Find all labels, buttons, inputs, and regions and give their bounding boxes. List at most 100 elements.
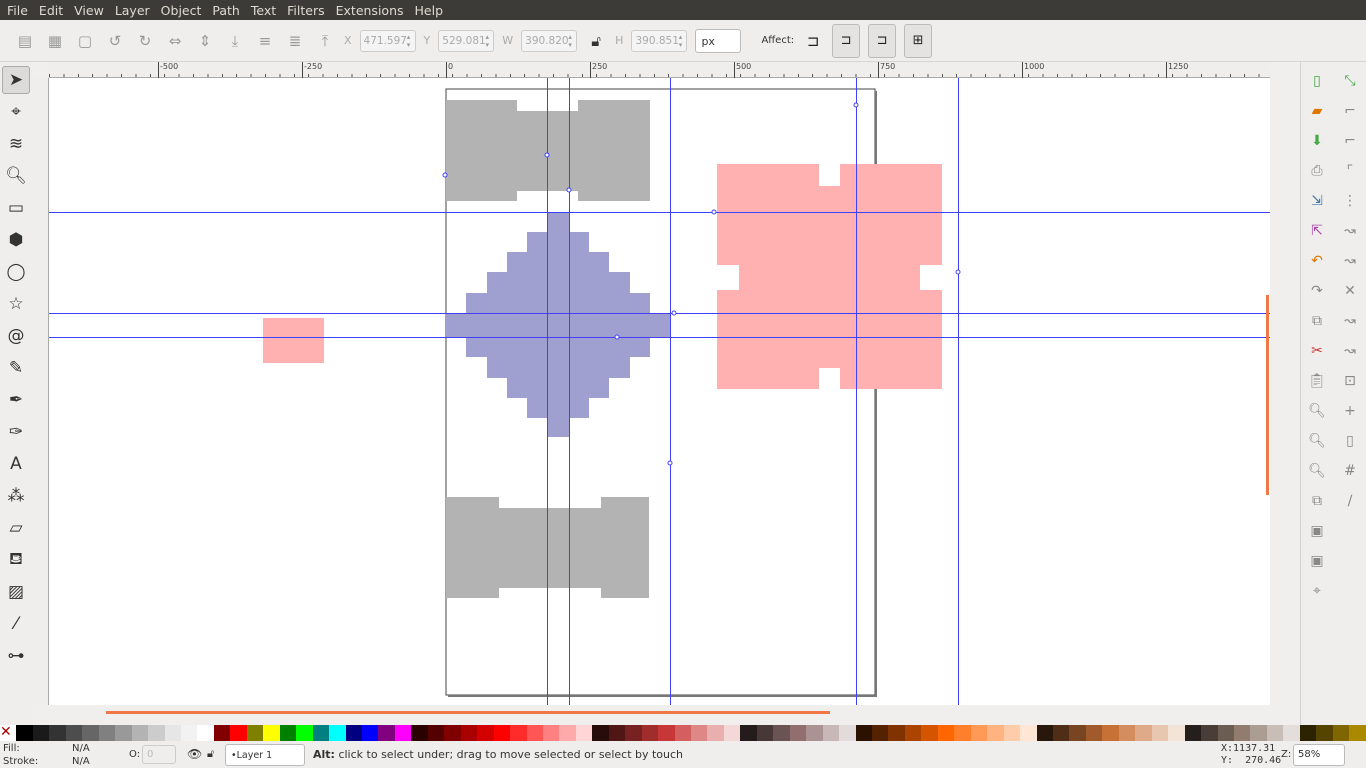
snap-page-border-icon[interactable]: ▯	[1339, 430, 1361, 452]
flip-vertical-icon[interactable]: ⇕	[194, 30, 216, 52]
menu-file[interactable]: File	[7, 3, 28, 18]
color-swatch[interactable]	[1250, 725, 1267, 741]
color-swatch[interactable]	[756, 725, 774, 741]
color-swatch[interactable]	[674, 725, 692, 741]
vertical-scrollbar[interactable]	[1266, 295, 1269, 495]
color-swatch[interactable]	[230, 725, 247, 741]
color-swatch[interactable]	[1036, 725, 1053, 741]
snap-guides-icon[interactable]: ∕	[1339, 490, 1361, 512]
color-swatch[interactable]	[1102, 725, 1119, 741]
color-swatch[interactable]	[131, 725, 149, 741]
color-swatch[interactable]	[789, 725, 807, 741]
color-swatch[interactable]	[1085, 725, 1103, 741]
color-swatch[interactable]	[625, 725, 642, 741]
color-swatch[interactable]	[707, 725, 724, 741]
raise-to-top-icon[interactable]: ⤒	[314, 30, 336, 52]
color-swatch[interactable]	[394, 725, 412, 741]
ungroup-icon[interactable]: ▣	[1306, 550, 1328, 572]
color-swatch[interactable]	[559, 725, 576, 741]
color-swatch[interactable]	[16, 725, 33, 741]
color-swatch[interactable]	[872, 725, 889, 741]
vertical-ruler[interactable]	[33, 78, 49, 705]
color-swatch[interactable]	[312, 725, 330, 741]
color-swatch[interactable]	[444, 725, 461, 741]
menu-text[interactable]: Text	[251, 3, 276, 18]
3d-box-tool-icon[interactable]: ⬢	[2, 226, 30, 254]
undo-icon[interactable]: ↶	[1306, 250, 1328, 272]
unit-select[interactable]: px	[695, 28, 742, 53]
color-swatch[interactable]	[1266, 725, 1284, 741]
deselect-icon[interactable]: ▢	[74, 30, 96, 52]
snap-smooth-icon[interactable]: ↝	[1339, 340, 1361, 362]
color-swatch[interactable]	[115, 725, 132, 741]
move-patterns-toggle[interactable]: ⊞	[904, 23, 933, 58]
no-paint-swatch[interactable]: ✕	[0, 725, 17, 741]
color-swatch[interactable]	[65, 725, 83, 741]
connector-tool-icon[interactable]: ⊶	[2, 642, 30, 670]
select-arrow-tool-icon[interactable]: ➤	[2, 66, 30, 94]
snap-paths-icon[interactable]: ↝	[1339, 250, 1361, 272]
color-swatch[interactable]	[1003, 725, 1021, 741]
pencil-tool-icon[interactable]: ✎	[2, 354, 30, 382]
color-swatch[interactable]	[1118, 725, 1136, 741]
zoom-tool-icon[interactable]: 🔍︎	[2, 162, 30, 190]
color-swatch[interactable]	[493, 725, 511, 741]
print-icon[interactable]: ⎙	[1306, 160, 1328, 182]
scale-corners-toggle[interactable]: ⊐	[832, 23, 861, 58]
color-swatch[interactable]	[888, 725, 905, 741]
menu-extensions[interactable]: Extensions	[336, 3, 404, 18]
cut-icon[interactable]: ✂	[1306, 340, 1328, 362]
horizontal-ruler[interactable]: -500 -250 0 250 500 750 1000 1250	[49, 62, 1270, 78]
snap-bbox-midpoint-icon[interactable]: ⋮	[1339, 190, 1361, 212]
color-swatch[interactable]	[773, 725, 790, 741]
flip-horizontal-icon[interactable]: ⇔	[164, 30, 186, 52]
color-swatch[interactable]	[1299, 725, 1317, 741]
snap-grid-icon[interactable]: #	[1339, 460, 1361, 482]
color-swatch[interactable]	[658, 725, 675, 741]
snap-nodes-icon[interactable]: ↝	[1339, 220, 1361, 242]
menu-help[interactable]: Help	[415, 3, 444, 18]
color-swatch[interactable]	[164, 725, 181, 741]
ellipse-tool-icon[interactable]: ◯	[2, 258, 30, 286]
color-swatch[interactable]	[1201, 725, 1218, 741]
duplicate-icon[interactable]: ⧉	[1306, 490, 1328, 512]
color-swatch[interactable]	[839, 725, 856, 741]
open-icon[interactable]: ▰	[1306, 100, 1328, 122]
menu-path[interactable]: Path	[212, 3, 239, 18]
color-swatch[interactable]	[180, 725, 198, 741]
text-tool-icon[interactable]: A	[2, 450, 30, 478]
color-swatch[interactable]	[921, 725, 938, 741]
select-all-icon[interactable]: ▤	[14, 30, 36, 52]
color-swatch[interactable]	[822, 725, 840, 741]
color-swatch[interactable]	[329, 725, 346, 741]
tweak-tool-icon[interactable]: ≋	[2, 130, 30, 158]
color-swatch[interactable]	[592, 725, 609, 741]
color-swatch[interactable]	[1053, 725, 1070, 741]
select-all-layers-icon[interactable]: ▦	[44, 30, 66, 52]
layer-select[interactable]: •Layer 1	[225, 744, 305, 766]
dropper-tool-icon[interactable]: ⁄	[2, 610, 30, 638]
color-swatch[interactable]	[608, 725, 626, 741]
color-swatch[interactable]	[740, 725, 757, 741]
zoom-field[interactable]: 58%	[1293, 744, 1345, 766]
color-swatch[interactable]	[526, 725, 543, 741]
color-swatch[interactable]	[427, 725, 445, 741]
menu-filters[interactable]: Filters	[287, 3, 324, 18]
horizontal-scrollbar[interactable]	[106, 711, 830, 714]
zoom-drawing-icon[interactable]: 🔍︎	[1306, 430, 1328, 452]
color-swatch[interactable]	[641, 725, 659, 741]
xml-editor-icon[interactable]: ⌖	[1306, 580, 1328, 602]
color-swatch[interactable]	[460, 725, 478, 741]
export-icon[interactable]: ⇱	[1306, 220, 1328, 242]
lower-to-bottom-icon[interactable]: ⤓	[224, 30, 246, 52]
snap-cusp-icon[interactable]: ↝	[1339, 310, 1361, 332]
color-swatch[interactable]	[246, 725, 264, 741]
color-swatch[interactable]	[1349, 725, 1366, 741]
redo-icon[interactable]: ↷	[1306, 280, 1328, 302]
w-field[interactable]: 390.820	[521, 29, 578, 52]
paste-icon[interactable]: 📋︎	[1306, 370, 1328, 392]
color-swatch[interactable]	[345, 725, 362, 741]
color-swatch[interactable]	[1233, 725, 1251, 741]
zoom-page-icon[interactable]: 🔍︎	[1306, 460, 1328, 482]
copy-icon[interactable]: ⧉	[1306, 310, 1328, 332]
